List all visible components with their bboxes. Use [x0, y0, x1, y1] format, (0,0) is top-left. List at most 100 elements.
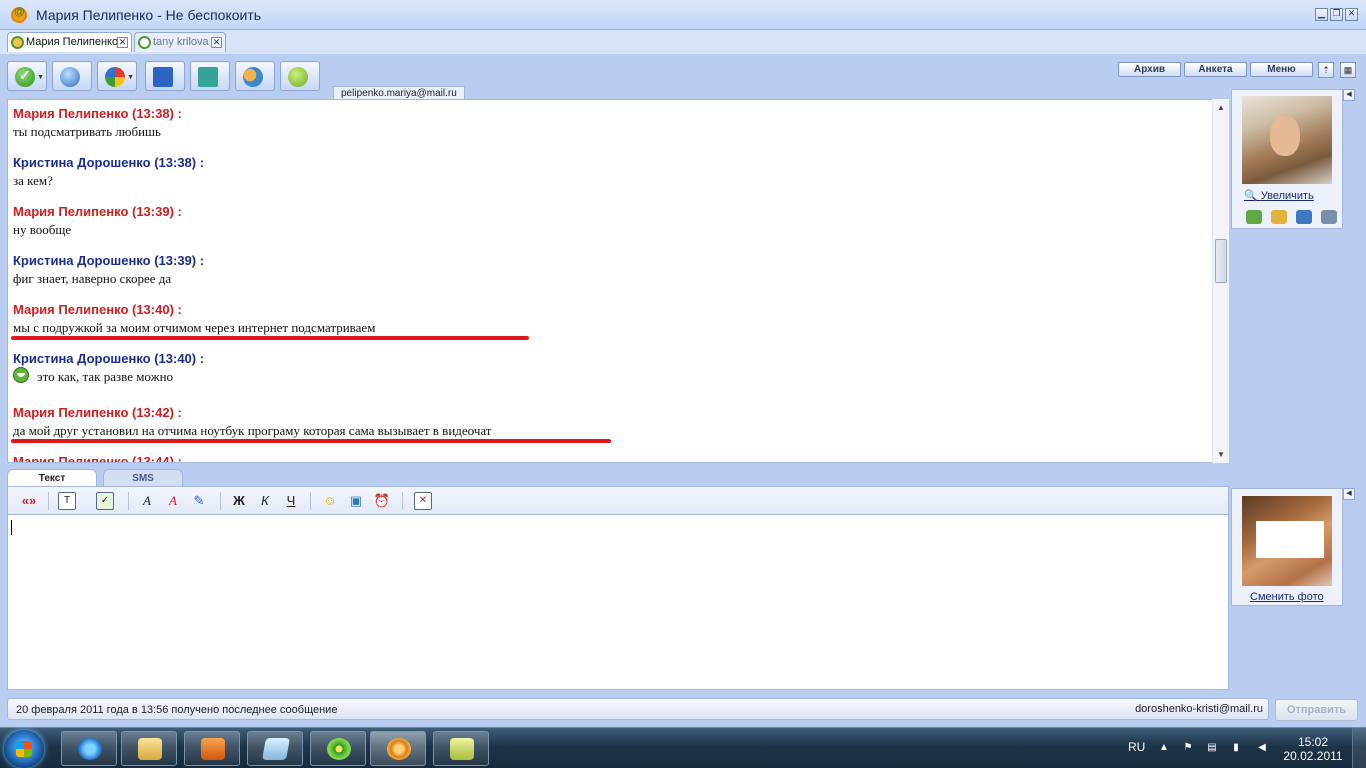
archive-button[interactable]: Архив [1118, 62, 1181, 77]
zoom-label: Увеличить [1260, 190, 1314, 202]
online-status-icon [138, 36, 151, 49]
contact-avatar[interactable] [1242, 96, 1332, 184]
text-color-icon[interactable]: A [164, 492, 182, 510]
language-indicator[interactable]: RU [1128, 740, 1145, 754]
notepad-icon [262, 738, 290, 760]
bold-button[interactable]: Ж [230, 492, 248, 510]
send-button[interactable]: Отправить [1275, 699, 1358, 721]
own-email: doroshenko-kristi@mail.ru [1135, 703, 1263, 715]
taskbar-icq[interactable] [310, 731, 366, 766]
games-button[interactable]: ▼ [97, 61, 137, 91]
taskbar-notepad[interactable] [247, 731, 303, 766]
status-button[interactable]: ▼ [7, 61, 47, 91]
collapse-panel-icon[interactable]: ◀ [1343, 488, 1355, 500]
contacts-button[interactable] [235, 61, 275, 91]
minimize-button[interactable]: ▁ [1315, 8, 1328, 21]
tab-maria[interactable]: Мария Пелипенко ✕ [7, 32, 132, 52]
zoom-link[interactable]: 🔍 Увеличить [1244, 189, 1314, 202]
quote-button[interactable]: «» [16, 492, 42, 510]
translit-icon[interactable]: T [58, 492, 76, 510]
file-transfer-button[interactable] [190, 61, 230, 91]
tab-text[interactable]: Текст [7, 469, 97, 486]
taskbar-internet-explorer[interactable] [61, 731, 117, 766]
tab-sms[interactable]: SMS [103, 469, 183, 486]
scroll-down-icon[interactable]: ▼ [1217, 450, 1225, 459]
smiley-picker-icon[interactable]: ☺ [321, 492, 339, 510]
taskbar-mail-agent[interactable] [370, 731, 426, 766]
users-icon[interactable] [1246, 210, 1262, 224]
start-button[interactable] [4, 730, 44, 768]
format-toolbar: «» T ✓ A A ✎ Ж К Ч ☺ ▣ ⏰ ✕ [7, 486, 1229, 514]
scroll-up-icon[interactable]: ▲ [1217, 103, 1225, 112]
title-bar: Мария Пелипенко - Не беспокоить ▁ ❐ ✕ [0, 0, 1366, 30]
message-text: за кем? [13, 173, 53, 188]
alarm-icon[interactable]: ⏰ [373, 492, 391, 510]
underline-button[interactable]: Ч [282, 492, 300, 510]
sticky-notes-icon [450, 738, 474, 760]
photo-album-icon[interactable] [1321, 210, 1337, 224]
action-center-flag-icon[interactable]: ⚑ [1182, 742, 1194, 754]
show-hidden-icons[interactable]: ▲ [1158, 742, 1170, 754]
close-tab-icon[interactable]: ✕ [117, 37, 128, 48]
message-author: Мария Пелипенко (13:39) : [13, 204, 182, 219]
highlight-icon[interactable]: ✎ [190, 492, 208, 510]
save-history-button[interactable] [145, 61, 185, 91]
layout-button[interactable]: ▦ [1340, 62, 1356, 78]
clear-format-icon[interactable]: ✕ [414, 492, 432, 510]
chat-tabs: Мария Пелипенко ✕ tany krilova ✕ [0, 30, 1366, 54]
show-desktop-button[interactable] [1352, 728, 1366, 768]
taskbar-explorer[interactable] [121, 731, 177, 766]
separator [220, 492, 221, 510]
transfer-icon [198, 67, 218, 87]
clock-time: 15:02 [1297, 735, 1329, 749]
censor-box [1256, 521, 1324, 558]
close-button[interactable]: ✕ [1345, 8, 1358, 21]
italic-button[interactable]: К [256, 492, 274, 510]
window-controls: ▁ ❐ ✕ [1315, 8, 1358, 21]
separator [128, 492, 129, 510]
message-input[interactable] [7, 514, 1229, 690]
taskbar-media-player[interactable] [184, 731, 240, 766]
internet-explorer-icon [78, 738, 102, 760]
message-text-row: это как, так разве можно [13, 367, 204, 386]
network-signal-icon[interactable]: ▮ [1230, 742, 1242, 754]
device-icon[interactable]: ▤ [1206, 742, 1218, 754]
change-photo-link[interactable]: Сменить фото [1250, 591, 1324, 603]
folder-icon [138, 738, 162, 760]
flash-animation-icon[interactable]: ▣ [347, 492, 365, 510]
message-author: Мария Пелипенко (13:42) : [13, 405, 182, 420]
font-icon[interactable]: A [138, 492, 156, 510]
message-text: да мой друг установил на отчима ноутбук … [13, 423, 492, 438]
message-text: ты подсматривать любишь [13, 124, 161, 139]
chat-history[interactable]: Мария Пелипенко (13:38) : ты подсматрива… [7, 99, 1229, 463]
sms-button[interactable] [280, 61, 320, 91]
spellcheck-icon[interactable]: ✓ [96, 492, 114, 510]
own-avatar[interactable] [1242, 496, 1332, 586]
camera-icon[interactable] [1296, 210, 1312, 224]
volume-icon[interactable]: ◀ [1256, 742, 1268, 754]
message-text: это как, так разве можно [37, 369, 174, 384]
taskbar-sticky-notes[interactable] [433, 731, 489, 766]
webcam-button[interactable] [52, 61, 92, 91]
message-text: фиг знает, наверно скорее да [13, 271, 172, 286]
menu-button[interactable]: Меню [1250, 62, 1313, 77]
close-tab-icon[interactable]: ✕ [211, 37, 222, 48]
windows-taskbar: RU ▲ ⚑ ▤ ▮ ◀ 15:02 20.02.2011 [0, 727, 1366, 768]
tab-tany[interactable]: tany krilova ✕ [134, 32, 226, 52]
message: Кристина Дорошенко (13:38) : за кем? [13, 155, 204, 189]
chat-scrollbar[interactable]: ▲ ▼ [1212, 99, 1229, 463]
scroll-thumb[interactable] [1215, 239, 1227, 283]
system-clock[interactable]: 15:02 20.02.2011 [1283, 735, 1343, 763]
restore-button[interactable]: ❐ [1330, 8, 1343, 21]
contact-avatar-panel: 🔍 Увеличить [1231, 89, 1343, 229]
message: Кристина Дорошенко (13:40) : это как, та… [13, 351, 204, 386]
status-icon [15, 67, 35, 87]
pin-on-top-button[interactable]: ⇡ [1318, 62, 1334, 78]
profile-button[interactable]: Анкета [1184, 62, 1247, 77]
globe-icon [105, 67, 125, 87]
edit-icon[interactable] [1271, 210, 1287, 224]
separator [310, 492, 311, 510]
collapse-panel-icon[interactable]: ◀ [1343, 89, 1355, 101]
own-avatar-panel: Сменить фото [1231, 488, 1343, 606]
message-text: ну вообще [13, 222, 72, 237]
